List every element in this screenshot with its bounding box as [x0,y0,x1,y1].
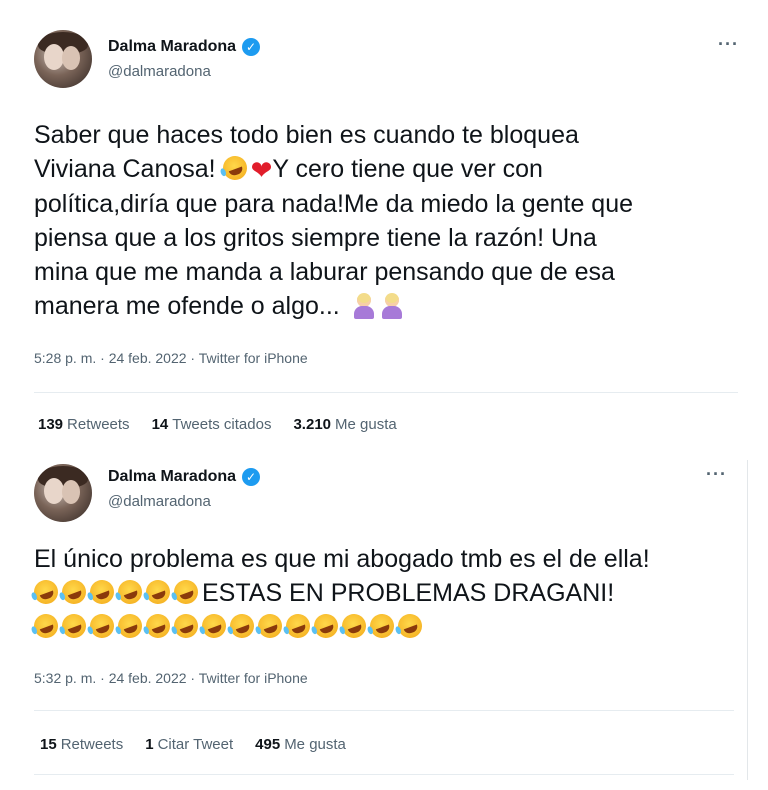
likes-count[interactable]: 3.210 Me gusta [293,416,396,433]
verified-badge-icon: ✓ [242,38,261,56]
quote-tweets-count[interactable]: 1 Citar Tweet [145,736,233,753]
author-name[interactable]: Dalma Maradona [108,38,236,56]
rolling-on-floor-laughing-emoji-icon [226,610,258,642]
rolling-on-floor-laughing-emoji-icon [58,576,90,608]
more-options-icon[interactable]: ··· [706,464,727,485]
rolling-on-floor-laughing-emoji-icon [30,576,62,608]
more-options-icon[interactable]: ··· [718,34,739,55]
tweet-text: El único problema es que mi abogado tmb … [30,542,650,644]
rolling-on-floor-laughing-emoji-icon [58,610,90,642]
rolling-on-floor-laughing-emoji-icon [86,610,118,642]
rolling-on-floor-laughing-emoji-icon [394,610,426,642]
rolling-on-floor-laughing-emoji-icon [219,152,250,184]
avatar-face [44,44,64,70]
tweet-text-line: piensa que a los gritos siempre tiene la… [34,224,597,252]
person-facepalm-emoji-icon [381,293,403,319]
author-name[interactable]: Dalma Maradona [108,468,236,486]
tweet-text-line: mina que me manda a laburar pensando que… [34,258,615,286]
divider [34,710,734,711]
author-row: Dalma Maradona ✓ [108,38,261,56]
red-heart-emoji-icon: ❤ [250,155,273,185]
person-gesturing-emoji-icon [353,293,375,319]
author-handle[interactable]: @dalmaradona [108,63,211,80]
tweet-text-line: ESTAS EN PROBLEMAS DRAGANI! [202,579,615,607]
rolling-on-floor-laughing-emoji-icon [170,576,202,608]
verified-badge-icon: ✓ [242,468,261,486]
rolling-on-floor-laughing-emoji-icon [142,576,174,608]
author-handle[interactable]: @dalmaradona [108,493,211,510]
avatar[interactable] [34,464,92,522]
tweet-stats: 15 Retweets 1 Citar Tweet 495 Me gusta [40,736,346,753]
rolling-on-floor-laughing-emoji-icon [142,610,174,642]
likes-count[interactable]: 495 Me gusta [255,736,346,753]
tweet-timestamp[interactable]: 5:28 p. m. · 24 feb. 2022 · Twitter for … [34,350,308,366]
avatar-face [62,480,80,504]
retweets-count[interactable]: 15 Retweets [40,736,123,753]
rolling-on-floor-laughing-emoji-icon [86,576,118,608]
tweet-timestamp[interactable]: 5:32 p. m. · 24 feb. 2022 · Twitter for … [34,670,308,686]
tweet-1: Dalma Maradona ✓ @dalmaradona ··· Saber … [0,0,768,460]
avatar-face [62,46,80,70]
avatar-face [44,478,64,504]
rolling-on-floor-laughing-emoji-icon [366,610,398,642]
divider [34,392,738,393]
rolling-on-floor-laughing-emoji-icon [30,610,62,642]
tweet-text-line: Viviana Canosa! [34,155,223,183]
divider [34,774,734,775]
author-row: Dalma Maradona ✓ [108,468,261,486]
tweet-stats: 139 Retweets 14 Tweets citados 3.210 Me gus… [38,416,397,433]
tweet-text-line: Saber que haces todo bien es cuando te b… [34,121,579,149]
tweet-text: Saber que haces todo bien es cuando te b… [34,118,633,323]
rolling-on-floor-laughing-emoji-icon [114,576,146,608]
avatar[interactable] [34,30,92,88]
retweets-count[interactable]: 139 Retweets [38,416,130,433]
rolling-on-floor-laughing-emoji-icon [338,610,370,642]
tweet-text-line: Y cero tiene que ver con [272,155,543,183]
quote-tweets-count[interactable]: 14 Tweets citados [152,416,272,433]
tweet-text-line: política,diría que para nada!Me da miedo… [34,190,634,218]
rolling-on-floor-laughing-emoji-icon [282,610,314,642]
rolling-on-floor-laughing-emoji-icon [198,610,230,642]
rolling-on-floor-laughing-emoji-icon [114,610,146,642]
rolling-on-floor-laughing-emoji-icon [170,610,202,642]
tweet-2: Dalma Maradona ✓ @dalmaradona ··· El úni… [0,460,768,790]
rolling-on-floor-laughing-emoji-icon [254,610,286,642]
tweet-text-line: manera me ofende o algo... [34,292,347,320]
rolling-on-floor-laughing-emoji-icon [310,610,342,642]
tweet-text-line: El único problema es que mi abogado tmb … [34,545,650,573]
